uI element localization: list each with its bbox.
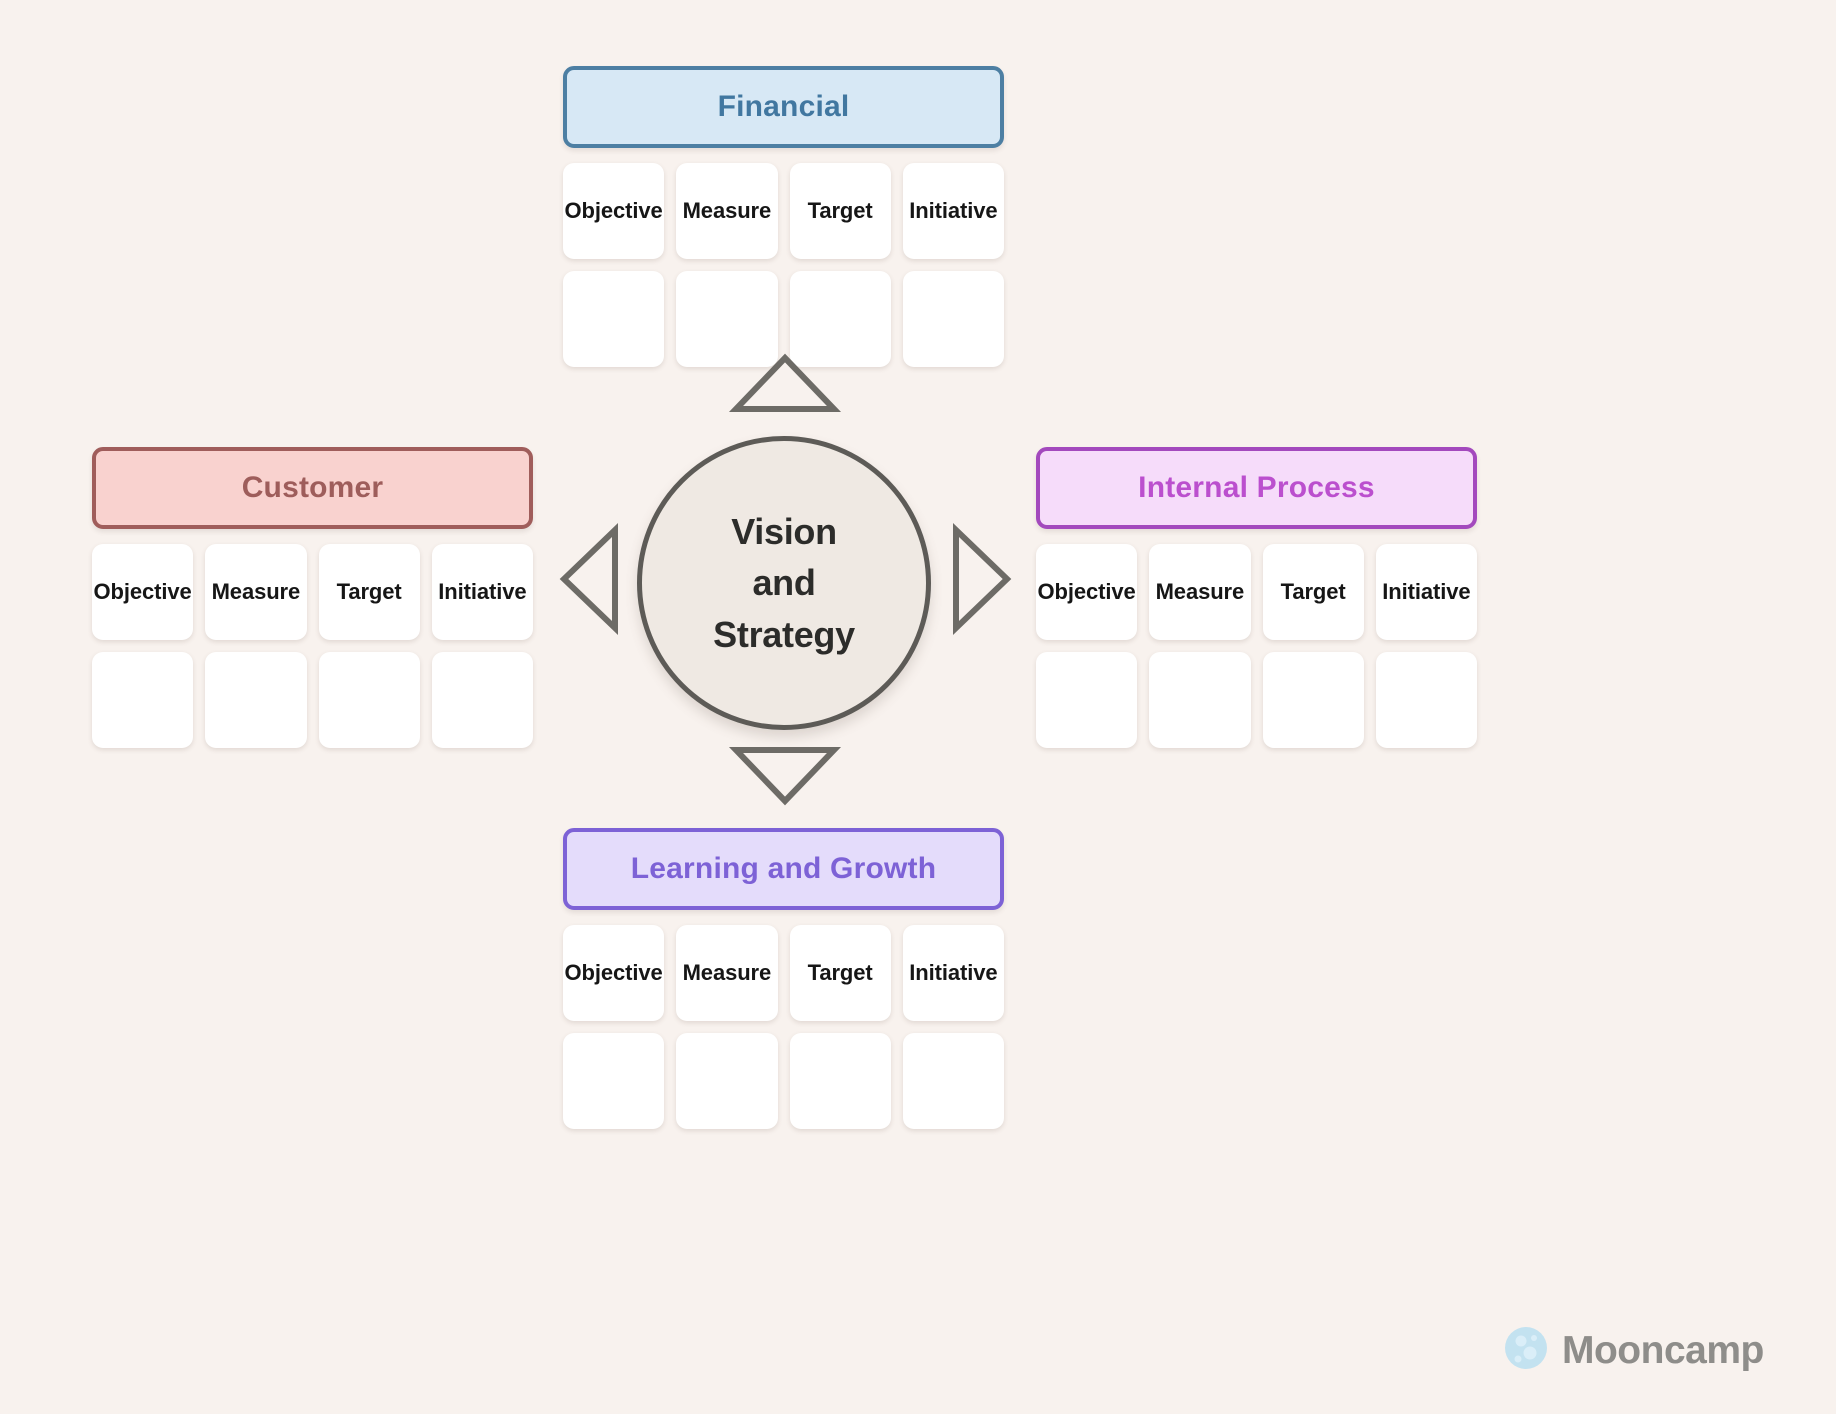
perspective-grid-customer: Objective Measure Target Initiative — [92, 544, 533, 748]
vision-line-2: and — [752, 562, 816, 604]
entry-cell[interactable] — [563, 271, 665, 367]
entry-cell[interactable] — [1149, 652, 1251, 748]
perspective-title-learning-and-growth: Learning and Growth — [630, 852, 937, 885]
column-header-label: Target — [807, 960, 873, 985]
entry-cell[interactable] — [431, 652, 533, 748]
entry-cell[interactable] — [789, 271, 891, 367]
column-header-label: Measure — [682, 198, 772, 223]
entry-cell[interactable] — [902, 271, 1004, 367]
column-header-cell[interactable]: Measure — [676, 925, 778, 1021]
perspective-header-internal-process: Internal Process — [1036, 447, 1477, 529]
column-header-label: Initiative — [1382, 579, 1471, 604]
column-header-label: Target — [807, 198, 873, 223]
perspective-grid-internal-process: Objective Measure Target Initiative — [1036, 544, 1477, 748]
column-header-label: Objective — [564, 960, 663, 985]
balanced-scorecard-diagram: Financial Objective Measure Target Initi… — [0, 0, 1836, 1414]
entry-cell[interactable] — [1036, 652, 1138, 748]
column-header-label: Initiative — [909, 198, 998, 223]
column-header-cell[interactable]: Measure — [1149, 544, 1251, 640]
column-header-cell[interactable]: Initiative — [902, 925, 1004, 1021]
perspective-header-learning-and-growth: Learning and Growth — [563, 828, 1004, 910]
column-header-cell[interactable]: Initiative — [431, 544, 533, 640]
column-header-label: Initiative — [438, 579, 527, 604]
perspective-grid-learning-and-growth: Objective Measure Target Initiative — [563, 925, 1004, 1129]
column-header-label: Measure — [1155, 579, 1245, 604]
entry-cell[interactable] — [902, 1033, 1004, 1129]
column-header-label: Measure — [682, 960, 772, 985]
column-header-cell[interactable]: Target — [789, 925, 891, 1021]
arrow-right-icon — [953, 522, 1012, 636]
column-header-cell[interactable]: Target — [1262, 544, 1364, 640]
perspective-header-financial: Financial — [563, 66, 1004, 148]
vision-line-3: Strategy — [713, 613, 855, 655]
column-header-label: Objective — [93, 579, 192, 604]
entry-cell[interactable] — [205, 652, 307, 748]
perspective-title-financial: Financial — [717, 90, 850, 123]
column-header-label: Target — [1280, 579, 1346, 604]
column-header-cell[interactable]: Target — [789, 163, 891, 259]
column-header-cell[interactable]: Measure — [205, 544, 307, 640]
column-header-cell[interactable]: Objective — [563, 925, 665, 1021]
entry-cell[interactable] — [563, 1033, 665, 1129]
entry-cell[interactable] — [92, 652, 194, 748]
perspective-internal-process: Internal Process Objective Measure Targe… — [1036, 447, 1477, 748]
arrow-left-icon — [559, 522, 618, 636]
perspective-title-customer: Customer — [241, 471, 384, 504]
column-header-cell[interactable]: Objective — [1036, 544, 1138, 640]
column-header-label: Objective — [564, 198, 663, 223]
column-header-cell[interactable]: Measure — [676, 163, 778, 259]
perspective-customer: Customer Objective Measure Target Initia… — [92, 447, 533, 748]
entry-cell[interactable] — [1375, 652, 1477, 748]
mooncamp-wordmark: Mooncamp — [1562, 1328, 1764, 1372]
column-header-cell[interactable]: Objective — [92, 544, 194, 640]
arrow-up-icon — [728, 353, 842, 412]
column-header-label: Measure — [211, 579, 301, 604]
moon-icon — [1503, 1325, 1549, 1376]
entry-cell[interactable] — [789, 1033, 891, 1129]
perspective-financial: Financial Objective Measure Target Initi… — [563, 66, 1004, 367]
entry-cell[interactable] — [318, 652, 420, 748]
vision-and-strategy-text: Vision and Strategy — [713, 506, 855, 659]
entry-cell[interactable] — [676, 271, 778, 367]
perspective-title-internal-process: Internal Process — [1138, 471, 1375, 504]
perspective-grid-financial: Objective Measure Target Initiative — [563, 163, 1004, 367]
entry-cell[interactable] — [1262, 652, 1364, 748]
column-header-cell[interactable]: Initiative — [1375, 544, 1477, 640]
vision-line-1: Vision — [731, 511, 837, 553]
arrow-down-icon — [728, 747, 842, 806]
perspective-learning-and-growth: Learning and Growth Objective Measure Ta… — [563, 828, 1004, 1129]
column-header-label: Objective — [1037, 579, 1136, 604]
column-header-cell[interactable]: Objective — [563, 163, 665, 259]
column-header-cell[interactable]: Initiative — [902, 163, 1004, 259]
column-header-label: Target — [336, 579, 402, 604]
vision-and-strategy-circle: Vision and Strategy — [637, 436, 931, 730]
entry-cell[interactable] — [676, 1033, 778, 1129]
mooncamp-logo: Mooncamp — [1503, 1325, 1764, 1376]
column-header-cell[interactable]: Target — [318, 544, 420, 640]
perspective-header-customer: Customer — [92, 447, 533, 529]
column-header-label: Initiative — [909, 960, 998, 985]
